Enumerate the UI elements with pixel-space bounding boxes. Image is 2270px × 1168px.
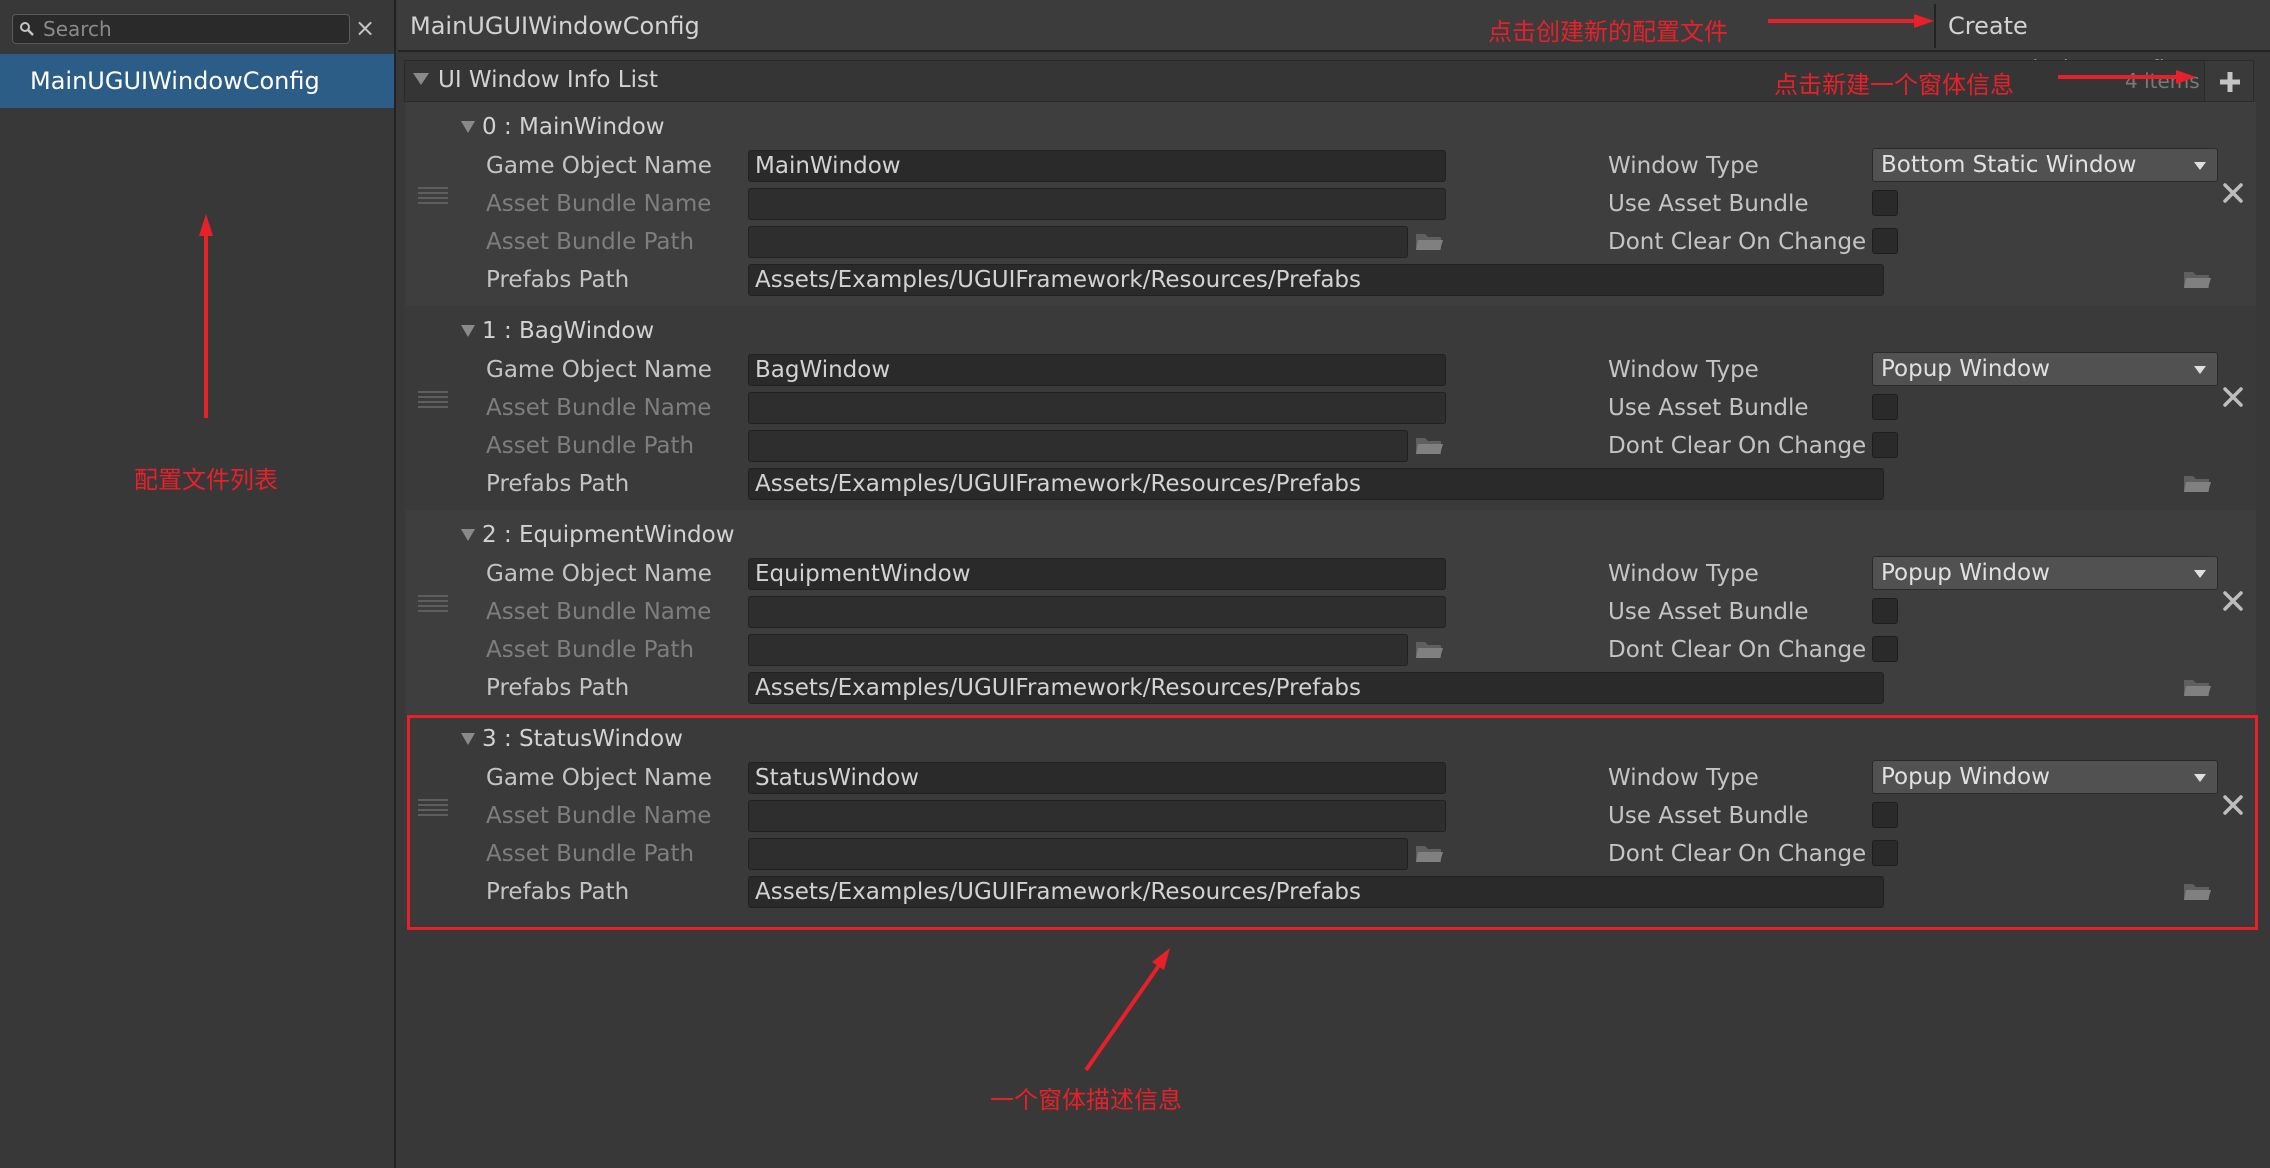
arrow-head: [1152, 948, 1170, 970]
arrow-line: [1084, 962, 1162, 1072]
arrow-head: [2176, 70, 2196, 84]
arrow-head: [1914, 14, 1934, 28]
arrow-head: [199, 214, 213, 236]
annotation-arrows: [199, 14, 2196, 1072]
